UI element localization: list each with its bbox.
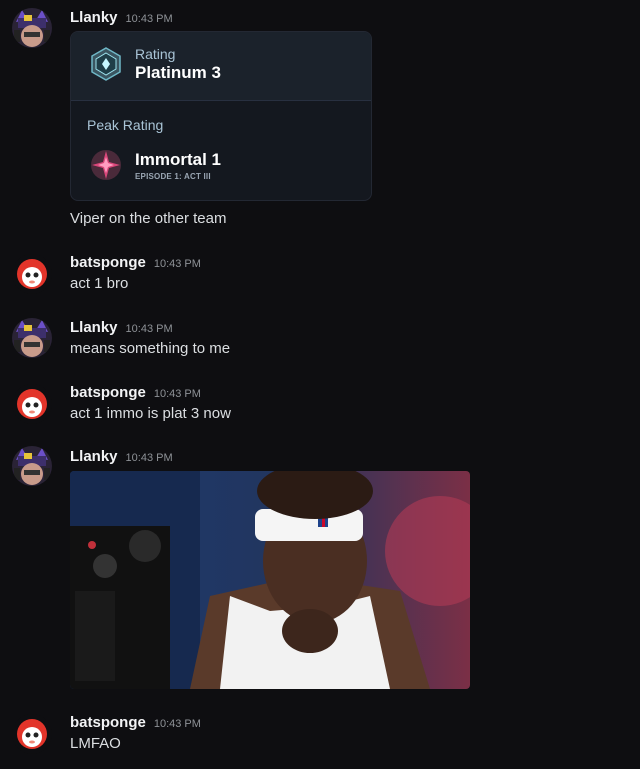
username[interactable]: Llanky bbox=[70, 319, 118, 336]
username[interactable]: batsponge bbox=[70, 254, 146, 271]
message-text: LMFAO bbox=[70, 735, 121, 752]
message-text: means something to me bbox=[70, 340, 231, 357]
username[interactable]: Llanky bbox=[70, 9, 118, 26]
peak-rating-label: Peak Rating bbox=[87, 117, 164, 133]
platinum-rank-icon bbox=[89, 47, 123, 81]
message-text: Viper on the other team bbox=[70, 210, 227, 227]
timestamp: 10:43 PM bbox=[125, 452, 173, 464]
username[interactable]: Llanky bbox=[70, 448, 118, 465]
avatar[interactable] bbox=[12, 254, 52, 294]
rating-value: Platinum 3 bbox=[135, 63, 221, 82]
peak-episode: EPISODE 1: ACT III bbox=[135, 172, 211, 181]
timestamp: 10:43 PM bbox=[153, 258, 201, 270]
avatar[interactable] bbox=[12, 714, 52, 754]
avatar[interactable] bbox=[12, 318, 52, 358]
timestamp: 10:43 PM bbox=[125, 323, 173, 335]
avatar[interactable] bbox=[12, 384, 52, 424]
immortal-rank-icon bbox=[90, 149, 122, 181]
avatar[interactable] bbox=[12, 446, 52, 486]
rating-label: Rating bbox=[135, 46, 176, 62]
peak-rating-value: Immortal 1 bbox=[135, 150, 221, 169]
timestamp: 10:43 PM bbox=[153, 718, 201, 730]
username[interactable]: batsponge bbox=[70, 714, 146, 731]
message-text: act 1 bro bbox=[70, 275, 129, 292]
timestamp: 10:43 PM bbox=[125, 13, 173, 25]
timestamp: 10:43 PM bbox=[153, 388, 201, 400]
gif-attachment[interactable] bbox=[70, 471, 470, 689]
avatar[interactable] bbox=[12, 8, 52, 48]
rank-embed: Rating Platinum 3 Peak Rating Immortal 1… bbox=[70, 31, 372, 201]
username[interactable]: batsponge bbox=[70, 384, 146, 401]
message-text: act 1 immo is plat 3 now bbox=[70, 405, 231, 422]
